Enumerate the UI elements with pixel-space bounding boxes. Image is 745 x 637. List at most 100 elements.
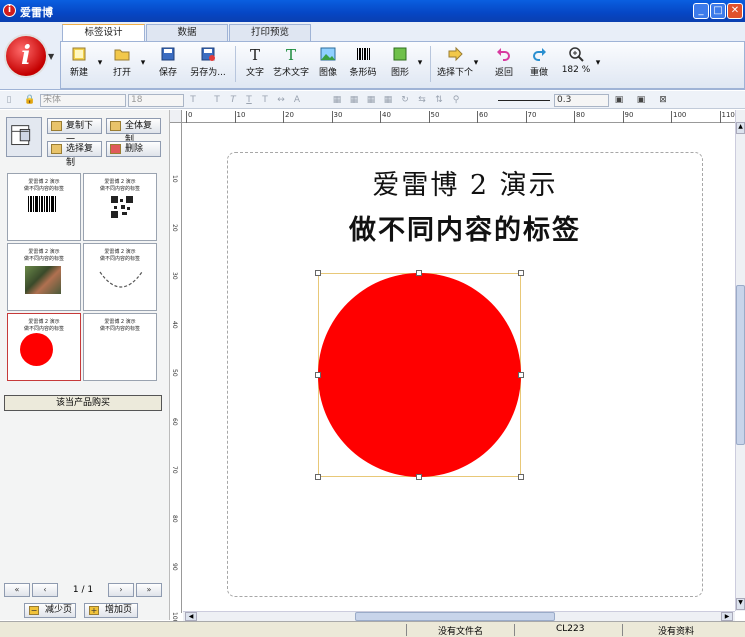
select-copy-button[interactable]: 选择复制 bbox=[47, 141, 102, 168]
barcode-button[interactable]: 条形码 bbox=[348, 46, 378, 78]
text-style-icon[interactable]: T bbox=[260, 95, 270, 105]
red-circle-shape[interactable] bbox=[318, 273, 521, 477]
resize-handle[interactable] bbox=[518, 270, 524, 276]
align-center-icon[interactable]: ▦ bbox=[349, 95, 359, 105]
search-format-icon[interactable]: ⚲ bbox=[451, 95, 461, 105]
shape-dropdown-icon[interactable]: ▾ bbox=[416, 58, 424, 68]
shape-button[interactable]: 图形 bbox=[389, 46, 411, 78]
group-icon[interactable]: ⊠ bbox=[658, 95, 668, 105]
lock-icon[interactable]: 🔒 bbox=[24, 95, 35, 105]
tab-print-preview[interactable]: 打印预览 bbox=[229, 24, 311, 41]
scroll-down-icon[interactable]: ▼ bbox=[736, 598, 745, 610]
minimize-button[interactable]: _ bbox=[693, 3, 709, 19]
label-text-line1[interactable]: 爱雷博 2 演示 bbox=[250, 163, 680, 202]
line-width-select[interactable]: 0.3 bbox=[554, 94, 609, 107]
thumbnail-line2: 做不同内容的标签 bbox=[23, 256, 64, 262]
status-divider bbox=[622, 624, 623, 636]
undo-button[interactable]: 返回 bbox=[492, 46, 516, 78]
redo-button[interactable]: 重做 bbox=[527, 46, 551, 78]
art-text-button[interactable]: T 艺术文字 bbox=[273, 46, 309, 78]
image-button[interactable]: 图像 bbox=[317, 46, 339, 78]
line-style-preview[interactable] bbox=[498, 100, 550, 101]
rotate-icon[interactable]: ↻ bbox=[400, 95, 410, 105]
align-left-icon[interactable]: ▦ bbox=[332, 95, 342, 105]
zoom-button[interactable]: 182 % bbox=[560, 46, 592, 75]
align-right-icon[interactable]: ▦ bbox=[366, 95, 376, 105]
page-icon[interactable]: ▯ bbox=[4, 95, 14, 105]
ruler-tick-label: 30 bbox=[171, 272, 178, 280]
save-button[interactable]: 保存 bbox=[156, 46, 180, 78]
thumbnail-line1: 爱雷博 2 演示 bbox=[28, 319, 60, 325]
select-next-dropdown-icon[interactable]: ▾ bbox=[472, 58, 480, 68]
delete-button[interactable]: 删除 bbox=[106, 141, 161, 157]
resize-handle[interactable] bbox=[315, 474, 321, 480]
select-next-button[interactable]: 选择下个 bbox=[436, 46, 474, 78]
font-name-select[interactable]: 宋体 bbox=[40, 94, 126, 107]
bring-front-icon[interactable]: ▣ bbox=[614, 95, 624, 105]
scroll-left-icon[interactable]: ◀ bbox=[185, 612, 197, 621]
zoom-dropdown-icon[interactable]: ▾ bbox=[594, 58, 602, 68]
resize-handle[interactable] bbox=[518, 474, 524, 480]
thumbnail-qrcode[interactable]: 爱雷博 2 演示 做不同内容的标签 bbox=[83, 173, 157, 241]
mirror-icon[interactable]: ⇅ bbox=[434, 95, 444, 105]
ruler-tick-label: 10 bbox=[234, 111, 245, 123]
art-text-icon: T bbox=[286, 46, 296, 62]
italic-icon[interactable]: T bbox=[228, 95, 238, 105]
tab-data[interactable]: 数据 bbox=[146, 24, 228, 41]
zoom-icon bbox=[569, 47, 584, 62]
close-button[interactable]: ✕ bbox=[727, 3, 743, 19]
save-as-button[interactable]: 另存为... bbox=[189, 46, 227, 78]
underline-icon[interactable]: T bbox=[244, 95, 254, 105]
ruler-tick-label: 50 bbox=[171, 369, 178, 377]
buy-product-button[interactable]: 该当产品购买 bbox=[4, 395, 162, 411]
text-button[interactable]: T 文字 bbox=[244, 46, 266, 78]
copy-next-button[interactable]: 复制下一 bbox=[47, 118, 102, 145]
open-button[interactable]: 打开 bbox=[110, 46, 134, 78]
horizontal-scrollbar[interactable]: ◀ ▶ bbox=[183, 611, 735, 621]
text-effect-icon[interactable]: A bbox=[292, 95, 302, 105]
app-menu-dropdown-icon[interactable]: ▼ bbox=[48, 52, 54, 61]
align-justify-icon[interactable]: ▦ bbox=[383, 95, 393, 105]
thumbnail-empty[interactable]: 爱雷博 2 演示 做不同内容的标签 bbox=[83, 313, 157, 381]
send-back-icon[interactable]: ▣ bbox=[636, 95, 646, 105]
scroll-right-icon[interactable]: ▶ bbox=[721, 612, 733, 621]
font-size-select[interactable]: 18 bbox=[128, 94, 184, 107]
thumbnail-arc-text[interactable]: 爱雷博 2 演示 做不同内容的标签 bbox=[83, 243, 157, 311]
copy-all-button[interactable]: 全体复制 bbox=[106, 118, 161, 145]
folder-icon bbox=[114, 49, 130, 61]
spacing-icon[interactable]: ↔ bbox=[276, 95, 286, 105]
app-logo-icon: i bbox=[3, 4, 16, 17]
last-page-button[interactable]: » bbox=[136, 583, 162, 597]
add-page-button[interactable]: + 增加页 bbox=[84, 603, 138, 618]
reduce-page-button[interactable]: − 减少页 bbox=[24, 603, 76, 618]
flip-icon[interactable]: ⇆ bbox=[417, 95, 427, 105]
new-dropdown-icon[interactable]: ▾ bbox=[96, 58, 104, 68]
layout-toggle-button[interactable] bbox=[6, 117, 42, 157]
thumbnail-barcode[interactable]: 爱雷博 2 演示 做不同内容的标签 bbox=[7, 173, 81, 241]
resize-handle[interactable] bbox=[518, 372, 524, 378]
prev-page-button[interactable]: ‹ bbox=[32, 583, 58, 597]
app-menu-button[interactable]: i bbox=[4, 34, 48, 78]
maximize-button[interactable]: □ bbox=[710, 3, 726, 19]
new-button[interactable]: 新建 bbox=[66, 46, 92, 78]
resize-handle[interactable] bbox=[315, 270, 321, 276]
resize-handle[interactable] bbox=[416, 474, 422, 480]
resize-handle[interactable] bbox=[416, 270, 422, 276]
first-page-button[interactable]: « bbox=[4, 583, 30, 597]
label-text-line2[interactable]: 做不同内容的标签 bbox=[250, 208, 680, 247]
font-grow-icon[interactable]: T bbox=[188, 95, 198, 105]
vertical-scroll-thumb[interactable] bbox=[736, 285, 745, 445]
horizontal-scroll-thumb[interactable] bbox=[355, 612, 555, 621]
resize-handle[interactable] bbox=[315, 372, 321, 378]
next-page-button[interactable]: › bbox=[108, 583, 134, 597]
thumbnail-line2: 做不同内容的标签 bbox=[99, 326, 140, 332]
tab-label-design[interactable]: 标签设计 bbox=[62, 24, 145, 42]
open-dropdown-icon[interactable]: ▾ bbox=[139, 58, 147, 68]
redo-icon bbox=[533, 48, 546, 61]
vertical-scrollbar[interactable]: ▲ ▼ bbox=[735, 110, 745, 611]
thumbnail-photo[interactable]: 爱雷博 2 演示 做不同内容的标签 bbox=[7, 243, 81, 311]
bold-icon[interactable]: T bbox=[212, 95, 222, 105]
scroll-up-icon[interactable]: ▲ bbox=[736, 122, 745, 134]
thumbnail-circle[interactable]: 爱雷博 2 演示 做不同内容的标签 bbox=[7, 313, 81, 381]
thumbnail-line2: 做不同内容的标签 bbox=[99, 256, 140, 262]
